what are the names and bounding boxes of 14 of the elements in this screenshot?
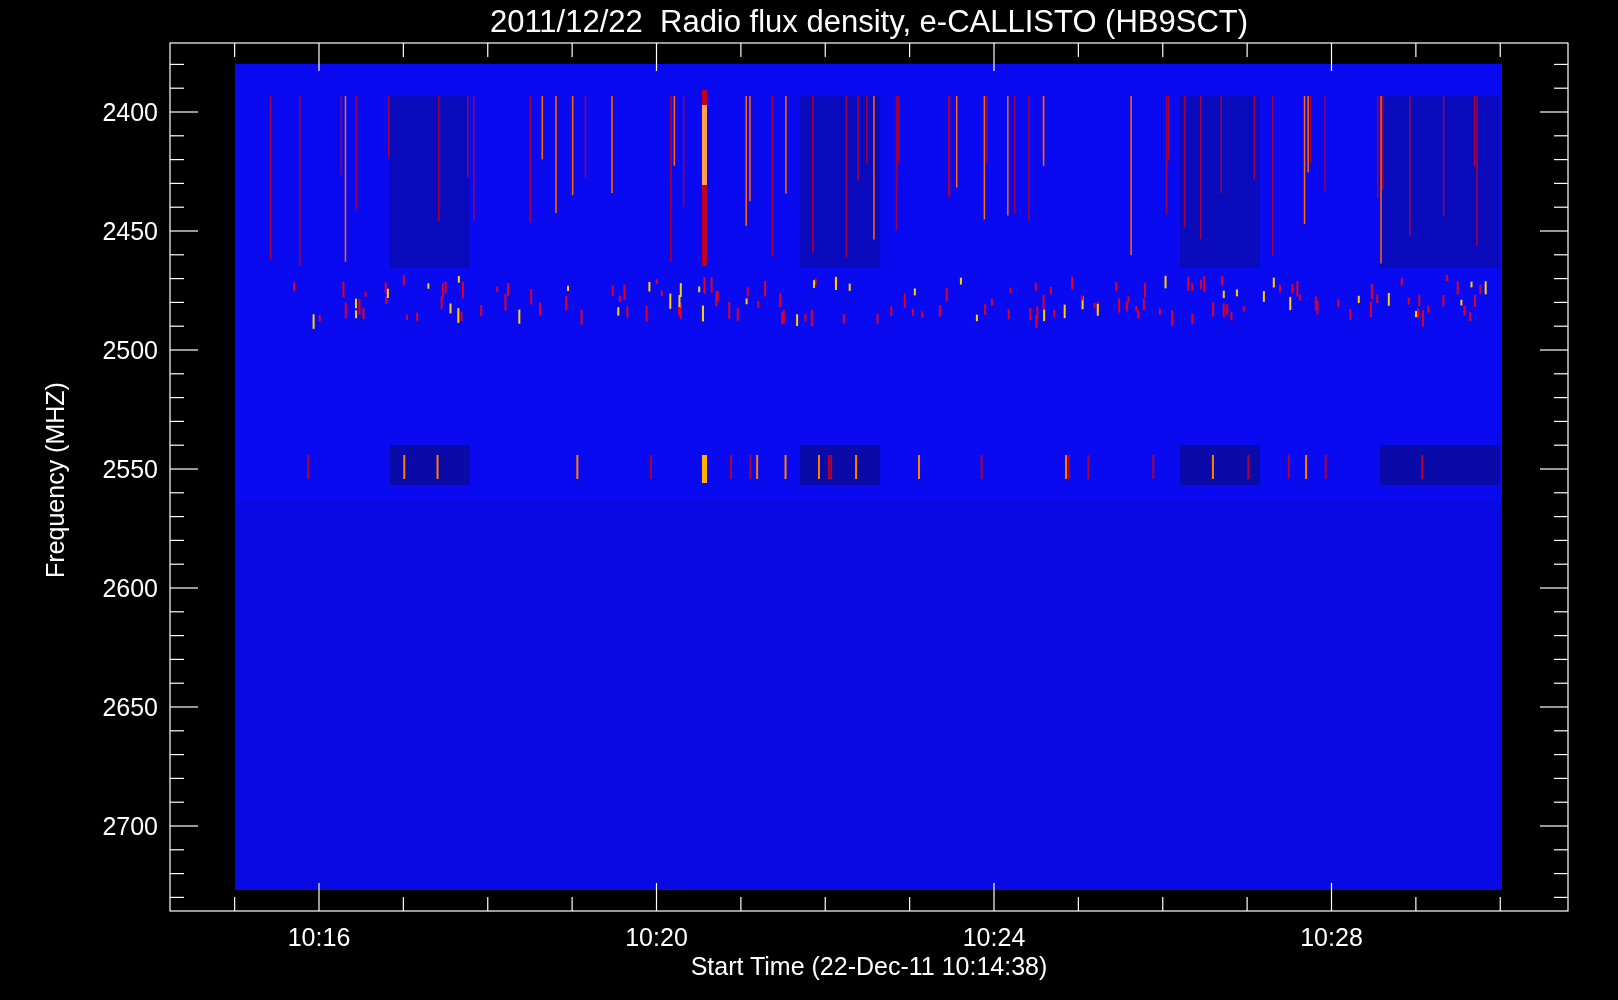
y-tick-label: 2600 <box>102 574 158 602</box>
x-tick-label: 10:16 <box>287 923 351 951</box>
x-tick-label: 10:24 <box>962 923 1026 951</box>
chart-title: 2011/12/22 Radio flux density, e-CALLISTO (HB9SCT) <box>489 4 1249 39</box>
y-tick-label: 2650 <box>102 693 158 721</box>
y-axis-title: Frequency (MHZ) <box>41 382 69 578</box>
y-tick-label: 2450 <box>102 217 158 245</box>
x-tick-label: 10:28 <box>1300 923 1363 951</box>
x-tick-label: 10:20 <box>625 923 688 951</box>
x-axis-title: Start Time (22-Dec-11 10:14:38) <box>690 952 1048 980</box>
y-tick-label: 2550 <box>102 455 158 483</box>
y-tick-label: 2400 <box>102 98 158 126</box>
y-tick-label: 2700 <box>102 812 158 840</box>
y-tick-label: 2500 <box>102 336 158 364</box>
